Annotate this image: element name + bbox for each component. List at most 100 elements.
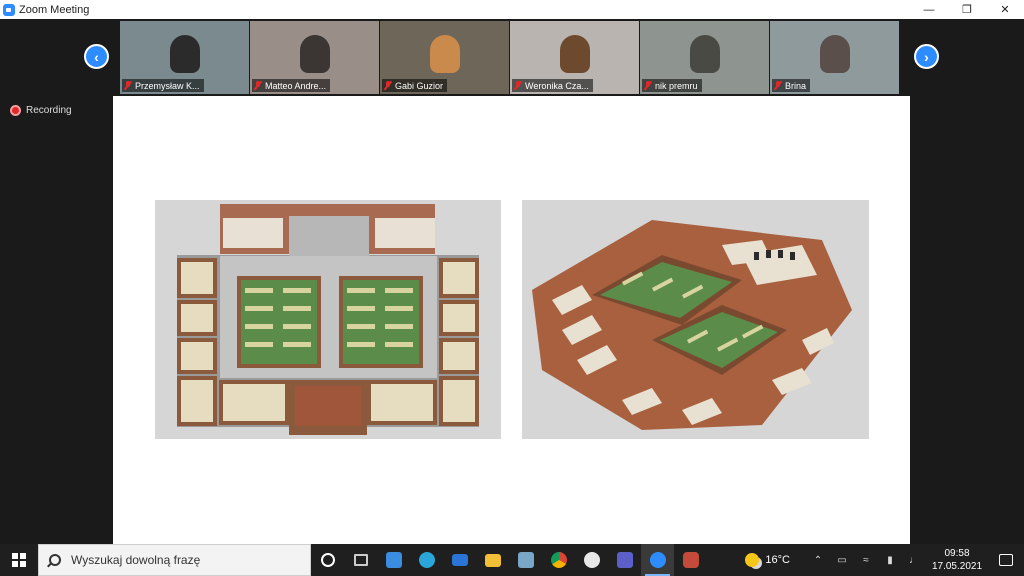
- restore-button[interactable]: ❐: [948, 0, 986, 19]
- zoom-icon: [649, 552, 666, 568]
- shared-screen: [113, 96, 910, 544]
- taskbar-search-box[interactable]: Wyszukaj dowolną frazę: [38, 544, 311, 576]
- battery-button[interactable]: ▮: [878, 544, 902, 576]
- wifi-icon: ≈: [863, 554, 869, 566]
- participant-video: [169, 35, 200, 73]
- close-button[interactable]: ✕: [986, 0, 1024, 19]
- file-explorer-icon: [484, 553, 501, 567]
- store-button[interactable]: [377, 544, 410, 576]
- isometric-view-drawing: [532, 220, 852, 430]
- pinned-apps: [311, 544, 707, 576]
- taskbar-clock[interactable]: 09:58 17.05.2021: [926, 547, 988, 573]
- teams-button[interactable]: [608, 544, 641, 576]
- mic-muted-icon: [254, 81, 262, 90]
- minimize-button[interactable]: —: [910, 0, 948, 19]
- participant-name: Weronika Cza...: [525, 80, 589, 91]
- sketchup-icon: [682, 552, 699, 568]
- meeting-area: ‹ Przemysław K... Matteo Andre... Gabi G: [0, 19, 1024, 544]
- task-view-button[interactable]: [344, 544, 377, 576]
- floor-plan-image: [155, 200, 501, 439]
- start-button[interactable]: [0, 544, 38, 576]
- chevron-left-icon: ‹: [94, 48, 99, 65]
- chrome-icon: [550, 552, 567, 568]
- edge-icon: [418, 552, 435, 568]
- participant-tile[interactable]: Gabi Guzior: [380, 21, 509, 94]
- chevron-right-icon: ›: [924, 48, 929, 65]
- participant-tile[interactable]: Przemysław K...: [120, 21, 249, 94]
- device-button[interactable]: ▭: [830, 544, 854, 576]
- task-view-icon: [353, 554, 368, 566]
- participant-name: Przemysław K...: [135, 80, 200, 91]
- participant-name-bar: Gabi Guzior: [382, 79, 448, 92]
- speaker-icon: ♩: [909, 554, 919, 566]
- battery-icon: ▮: [887, 554, 893, 566]
- app-button[interactable]: [575, 544, 608, 576]
- cortana-icon: [320, 553, 335, 567]
- window-title-bar: Zoom Meeting — ❐ ✕: [0, 0, 1024, 19]
- participant-name: Matteo Andre...: [265, 80, 327, 91]
- search-icon: [49, 554, 61, 566]
- mic-muted-icon: [514, 81, 522, 90]
- recording-label: Recording: [26, 105, 72, 116]
- participant-name-bar: Weronika Cza...: [512, 79, 593, 92]
- chevron-up-icon: ⌃: [813, 554, 823, 566]
- mic-muted-icon: [384, 81, 392, 90]
- participant-name-bar: Matteo Andre...: [252, 79, 331, 92]
- weather-widget[interactable]: 16°C: [745, 553, 790, 567]
- participant-name: Brina: [785, 80, 807, 91]
- app-icon: [583, 552, 600, 568]
- window-title: Zoom Meeting: [19, 3, 90, 16]
- edge-button[interactable]: [410, 544, 443, 576]
- clock-time: 09:58: [944, 548, 970, 559]
- participant-name: nik premru: [655, 80, 698, 91]
- notification-icon: [999, 554, 1013, 566]
- window-controls: — ❐ ✕: [910, 0, 1024, 19]
- participant-tile[interactable]: Matteo Andre...: [250, 21, 379, 94]
- zoom-button[interactable]: [641, 544, 674, 576]
- windows-icon: [12, 553, 26, 567]
- floor-plan-drawing: [177, 204, 479, 435]
- participant-tile[interactable]: nik premru: [640, 21, 769, 94]
- gallery-prev-button[interactable]: ‹: [84, 44, 109, 69]
- store-icon: [385, 552, 402, 568]
- image-app-button[interactable]: [509, 544, 542, 576]
- cortana-button[interactable]: [311, 544, 344, 576]
- recording-indicator[interactable]: Recording: [10, 105, 72, 116]
- mail-button[interactable]: [443, 544, 476, 576]
- chrome-button[interactable]: [542, 544, 575, 576]
- gallery-next-button[interactable]: ›: [914, 44, 939, 69]
- system-tray: 16°C ⌃ ▭ ≈ ▮ ♩ 09:58 17.05.2021: [745, 544, 1024, 576]
- record-icon: [10, 105, 21, 116]
- weather-icon: [745, 553, 760, 567]
- participant-tile[interactable]: Brina: [770, 21, 899, 94]
- participant-video: [559, 35, 590, 73]
- mail-icon: [451, 554, 468, 566]
- mic-muted-icon: [644, 81, 652, 90]
- network-button[interactable]: ≈: [854, 544, 878, 576]
- zoom-app-icon: [3, 3, 15, 16]
- participant-gallery: Przemysław K... Matteo Andre... Gabi Guz…: [120, 21, 899, 94]
- isometric-view-image: [522, 200, 869, 439]
- mic-muted-icon: [124, 81, 132, 90]
- participant-video: [819, 35, 850, 73]
- participant-video: [299, 35, 330, 73]
- participant-name-bar: nik premru: [642, 79, 702, 92]
- notifications-button[interactable]: [988, 544, 1024, 576]
- image-app-icon: [517, 552, 534, 568]
- mic-muted-icon: [774, 81, 782, 90]
- file-explorer-button[interactable]: [476, 544, 509, 576]
- sketchup-button[interactable]: [674, 544, 707, 576]
- participant-name-bar: Przemysław K...: [122, 79, 204, 92]
- participant-video: [429, 35, 460, 73]
- windows-taskbar: Wyszukaj dowolną frazę 16°C ⌃ ▭ ≈ ▮ ♩ 09…: [0, 544, 1024, 576]
- temperature: 16°C: [765, 554, 790, 566]
- participant-tile[interactable]: Weronika Cza...: [510, 21, 639, 94]
- clock-date: 17.05.2021: [931, 561, 983, 572]
- volume-button[interactable]: ♩: [902, 544, 926, 576]
- teams-icon: [616, 552, 633, 568]
- participant-name: Gabi Guzior: [395, 80, 444, 91]
- participant-name-bar: Brina: [772, 79, 811, 92]
- participant-video: [689, 35, 720, 73]
- show-hidden-icons-button[interactable]: ⌃: [806, 544, 830, 576]
- search-placeholder: Wyszukaj dowolną frazę: [71, 553, 201, 567]
